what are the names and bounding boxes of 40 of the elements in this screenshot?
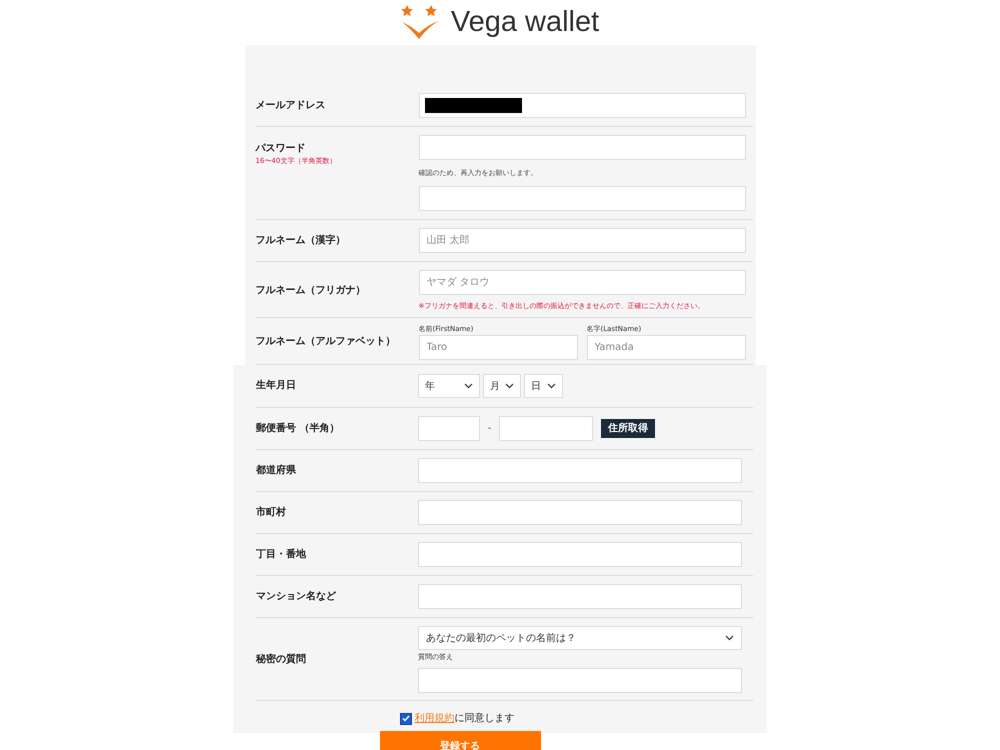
input-field[interactable] xyxy=(418,186,746,211)
agreement-text: に同意します xyxy=(454,713,514,724)
field-label: 都道府県 xyxy=(256,464,297,476)
input-field[interactable] xyxy=(418,93,746,118)
checkmark-icon xyxy=(402,715,410,722)
field-label: マンション名など xyxy=(256,590,337,602)
logo-text: Vega wallet xyxy=(450,8,600,37)
field-label: 郵便番号 （半角） xyxy=(256,422,340,434)
input-field[interactable] xyxy=(418,458,742,483)
question-dropdown[interactable]: あなたの最初のペットの名前は？ xyxy=(418,626,742,650)
field-label: 秘密の質問 xyxy=(256,654,307,666)
field-label: パスワード xyxy=(256,143,306,155)
checkbox[interactable] xyxy=(400,712,412,724)
dropdown[interactable]: 年 xyxy=(418,374,480,398)
chevron-down-icon xyxy=(725,635,734,641)
input-field[interactable]: 山田 太郎 xyxy=(418,228,746,253)
address-lookup-button[interactable]: 住所取得 xyxy=(601,419,655,438)
chevron-down-icon xyxy=(505,383,514,389)
chevron-down-icon xyxy=(464,383,473,389)
input-field[interactable] xyxy=(418,135,746,160)
field-label: 丁目・番地 xyxy=(256,548,307,560)
field-label: 市町村 xyxy=(256,506,287,518)
input-field[interactable] xyxy=(418,584,742,609)
field-label: 生年月日 xyxy=(256,380,297,392)
input-field[interactable]: Yamada xyxy=(586,335,746,360)
chevron-down-icon xyxy=(547,383,556,389)
input-field[interactable]: ヤマダ タロウ xyxy=(418,270,746,295)
field-label: フルネーム（アルファベット） xyxy=(256,336,396,348)
dropdown[interactable]: 日 xyxy=(524,374,563,398)
input-field[interactable] xyxy=(418,500,742,525)
input-field[interactable] xyxy=(418,668,742,693)
field-label: フルネーム（フリガナ） xyxy=(256,284,366,296)
separator-text: - xyxy=(486,422,492,436)
dropdown[interactable]: 月 xyxy=(483,374,521,398)
input-field[interactable] xyxy=(499,416,593,441)
input-field[interactable]: Taro xyxy=(418,335,578,360)
input-field[interactable] xyxy=(418,416,480,441)
field-label: メールアドレス xyxy=(256,100,326,112)
input-field[interactable] xyxy=(418,542,742,567)
field-label: フルネーム（漢字） xyxy=(256,234,346,246)
